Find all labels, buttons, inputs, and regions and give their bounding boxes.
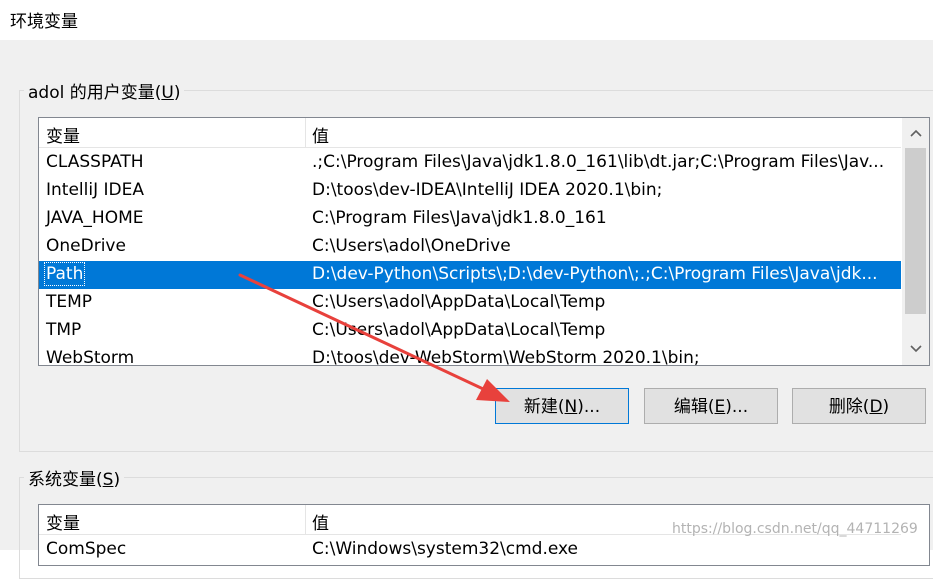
list-header: 变量 值 [39,118,901,148]
variable-value: C:\Users\adol\AppData\Local\Temp [312,292,606,312]
table-row[interactable]: CLASSPATH .;C:\Program Files\Java\jdk1.8… [39,149,901,177]
system-variables-group-label: 系统变量(S) [24,465,125,490]
variable-name: IntelliJ IDEA [46,180,144,200]
column-header-value[interactable]: 值 [312,509,329,534]
title-bar: 环境变量 [0,0,933,40]
table-row[interactable]: OneDrive C:\Users\adol\OneDrive [39,233,901,261]
variable-name: TMP [46,320,82,340]
window-title: 环境变量 [10,12,78,32]
table-row[interactable]: TMP C:\Users\adol\AppData\Local\Temp [39,317,901,345]
variable-value: C:\Users\adol\OneDrive [312,236,511,256]
table-row[interactable]: ComSpec C:\Windows\system32\cmd.exe [39,536,901,564]
variable-value: C:\Windows\system32\cmd.exe [312,539,579,559]
user-variables-group-label: adol 的用户变量(U) [24,78,185,103]
column-divider[interactable] [305,118,306,147]
variable-value: C:\Program Files\Java\jdk1.8.0_161 [312,208,607,228]
edit-button[interactable]: 编辑(E)... [644,388,778,424]
watermark: https://blog.csdn.net/qq_44711269 [672,521,918,537]
variable-name: WebStorm [46,348,135,366]
new-button[interactable]: 新建(N)... [495,388,629,424]
user-variables-list[interactable]: 变量 值 CLASSPATH .;C:\Program Files\Java\j… [38,117,930,366]
variable-name: JAVA_HOME [46,208,144,228]
table-row[interactable]: TEMP C:\Users\adol\AppData\Local\Temp [39,289,901,317]
chevron-up-icon[interactable] [902,120,929,147]
column-header-variable[interactable]: 变量 [46,122,80,147]
table-row[interactable]: WebStorm D:\toos\dev-WebStorm\WebStorm 2… [39,345,901,366]
delete-button[interactable]: 删除(D) [792,388,926,424]
table-row[interactable]: JAVA_HOME C:\Program Files\Java\jdk1.8.0… [39,205,901,233]
vertical-scrollbar[interactable] [902,118,929,365]
variable-value: .;C:\Program Files\Java\jdk1.8.0_161\lib… [312,152,885,172]
variable-name: TEMP [46,292,93,312]
column-header-value[interactable]: 值 [312,122,329,147]
chevron-down-icon[interactable] [902,336,929,363]
variable-value: C:\Users\adol\AppData\Local\Temp [312,320,606,340]
variable-name: Path [44,262,86,286]
variable-name: CLASSPATH [46,152,144,172]
column-header-variable[interactable]: 变量 [46,509,80,534]
table-row[interactable]: IntelliJ IDEA D:\toos\dev-IDEA\IntelliJ … [39,177,901,205]
variable-value: D:\toos\dev-IDEA\IntelliJ IDEA 2020.1\bi… [312,180,663,200]
variable-value: D:\dev-Python\Scripts\;D:\dev-Python\;.;… [312,264,878,284]
table-row-selected[interactable]: Path D:\dev-Python\Scripts\;D:\dev-Pytho… [39,261,901,289]
variable-name: OneDrive [46,236,126,256]
variable-name: ComSpec [46,539,127,559]
scrollbar-thumb[interactable] [905,148,926,314]
variable-value: D:\toos\dev-WebStorm\WebStorm 2020.1\bin… [312,348,700,366]
column-divider[interactable] [305,505,306,534]
